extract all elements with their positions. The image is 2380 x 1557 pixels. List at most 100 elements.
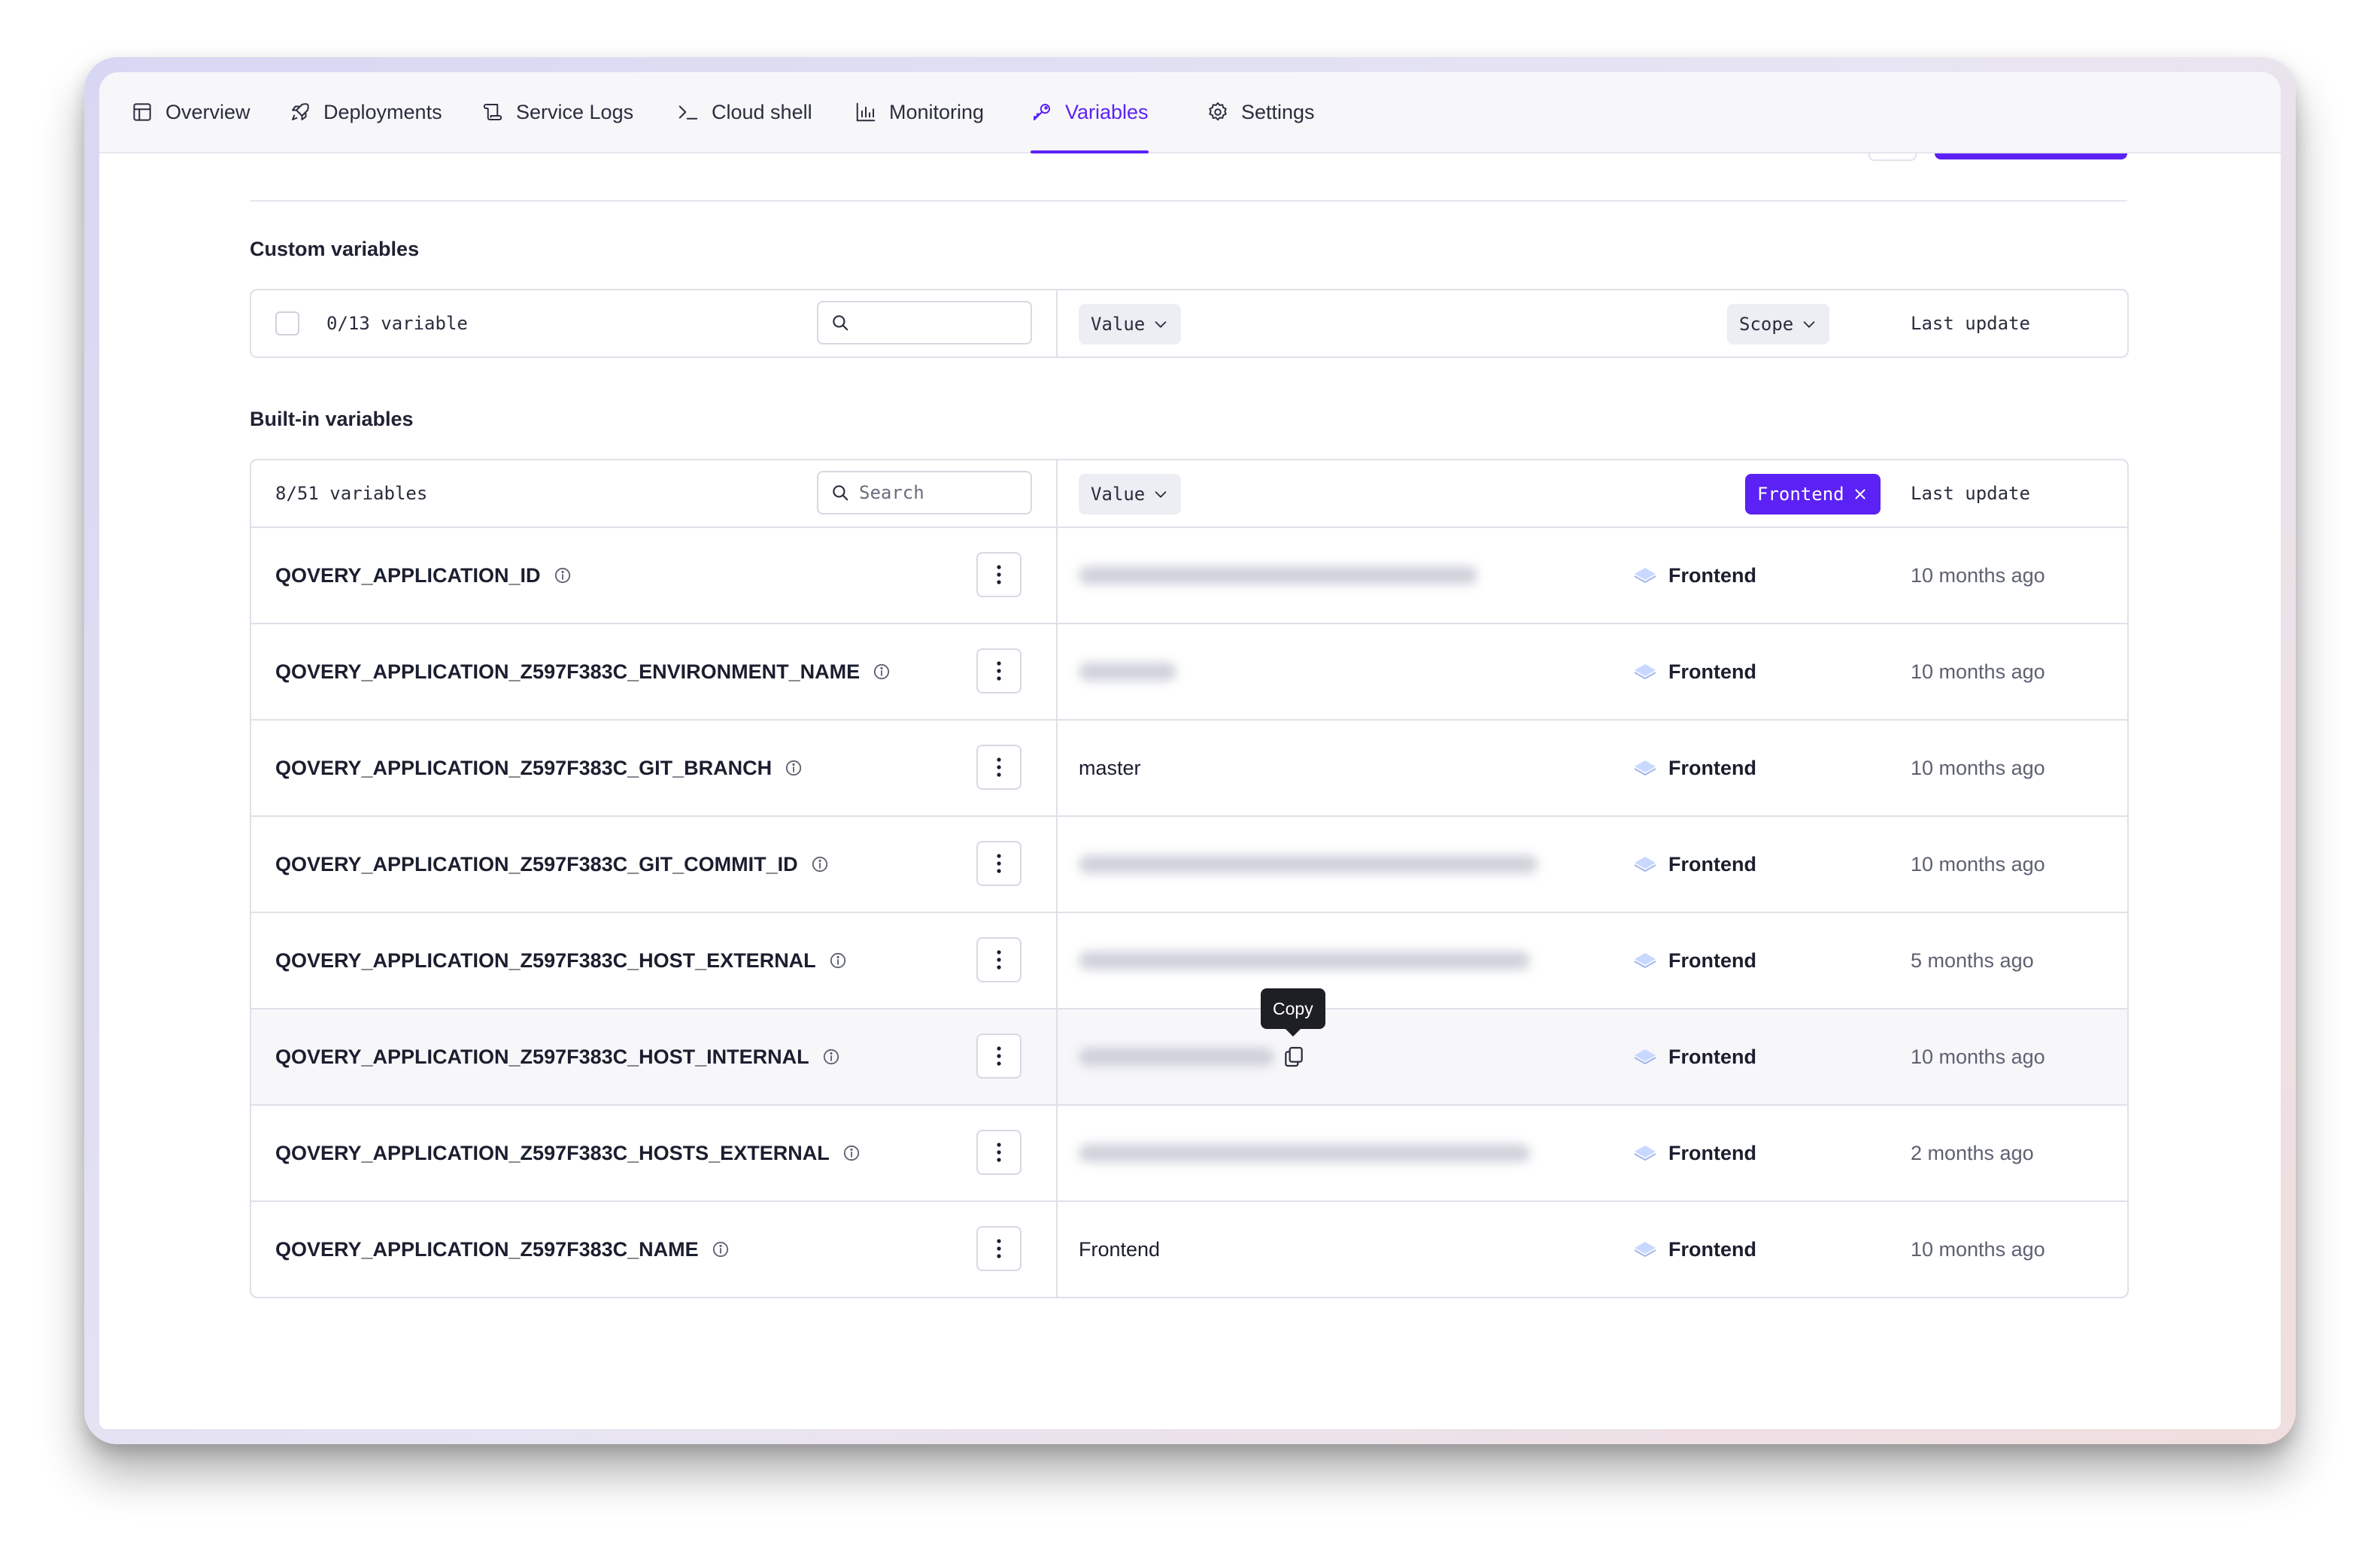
info-icon[interactable] — [821, 1047, 841, 1067]
last-update-cell: 10 months ago — [1911, 563, 2045, 587]
more-vertical-icon — [997, 661, 1001, 681]
variable-name: QOVERY_APPLICATION_Z597F383C_HOST_INTERN… — [275, 1009, 841, 1104]
row-actions-button[interactable] — [976, 745, 1022, 790]
table-header: 0/13 variable Value Scope Last update — [251, 290, 2127, 357]
custom-variables-title: Custom variables — [250, 238, 420, 260]
table-row[interactable]: QOVERY_APPLICATION_Z597F383C_NAME Fronten… — [251, 1200, 2127, 1297]
variable-name-text: QOVERY_APPLICATION_Z597F383C_HOST_INTERN… — [275, 1045, 809, 1068]
tab-label: Settings — [1241, 100, 1315, 123]
column-separator — [1056, 817, 1058, 912]
table-row[interactable]: QOVERY_APPLICATION_Z597F383C_HOST_EXTERN… — [251, 912, 2127, 1008]
variable-name-text: QOVERY_APPLICATION_Z597F383C_HOST_EXTERN… — [275, 948, 816, 972]
select-all-checkbox[interactable] — [275, 311, 299, 335]
last-update-cell: 10 months ago — [1911, 1045, 2045, 1068]
hidden-value[interactable] — [1079, 663, 1176, 681]
value-sort-button[interactable]: Value — [1079, 304, 1182, 344]
copy-icon[interactable] — [1282, 1045, 1306, 1069]
row-actions-button[interactable] — [976, 1226, 1022, 1271]
column-separator — [1056, 290, 1058, 357]
column-separator — [1056, 1202, 1058, 1297]
app-window: Overview Deployments Service Logs Cloud … — [99, 72, 2281, 1429]
builtin-search-input[interactable] — [858, 481, 1011, 504]
logs-icon — [483, 104, 502, 120]
info-icon[interactable] — [810, 854, 830, 874]
scope-cell: Frontend — [1632, 1009, 1756, 1104]
scope-filter-chip[interactable]: Frontend — [1745, 474, 1881, 514]
variable-count: 0/13 variable — [275, 290, 468, 357]
tab-settings[interactable]: Settings — [1207, 72, 1315, 152]
variable-name: QOVERY_APPLICATION_Z597F383C_GIT_BRANCH — [275, 721, 803, 815]
variable-name: QOVERY_APPLICATION_ID — [275, 528, 572, 623]
table-row[interactable]: QOVERY_APPLICATION_Z597F383C_GIT_COMMIT_… — [251, 815, 2127, 912]
table-row[interactable]: QOVERY_APPLICATION_Z597F383C_HOSTS_EXTER… — [251, 1104, 2127, 1200]
variable-name: QOVERY_APPLICATION_Z597F383C_ENVIRONMENT… — [275, 624, 891, 719]
more-vertical-icon — [997, 854, 1001, 873]
tab-label: Variables — [1065, 100, 1149, 123]
tab-service-logs[interactable]: Service Logs — [481, 72, 633, 152]
column-separator — [1056, 460, 1058, 527]
row-actions-button[interactable] — [976, 648, 1022, 694]
row-actions-button[interactable] — [976, 1033, 1022, 1079]
value-cell — [1079, 1106, 1530, 1200]
scope-filter-button[interactable]: Scope — [1727, 304, 1830, 344]
info-icon[interactable] — [553, 566, 572, 585]
variable-name: QOVERY_APPLICATION_Z597F383C_HOST_EXTERN… — [275, 913, 848, 1008]
hidden-value[interactable] — [1079, 1048, 1274, 1066]
column-separator — [1056, 528, 1058, 623]
hidden-value[interactable] — [1079, 952, 1530, 970]
tab-cloud-shell[interactable]: Cloud shell — [677, 72, 812, 152]
info-icon[interactable] — [784, 758, 803, 778]
tab-variables[interactable]: Variables — [1031, 72, 1149, 153]
value-sort-button[interactable]: Value — [1079, 474, 1182, 514]
row-actions-button[interactable] — [976, 1130, 1022, 1175]
variable-rows: QOVERY_APPLICATION_ID Frontend 10 months a… — [251, 527, 2127, 1297]
service-tab-bar: Overview Deployments Service Logs Cloud … — [99, 72, 2281, 153]
builtin-search-field[interactable] — [817, 471, 1032, 514]
row-actions-button[interactable] — [976, 841, 1022, 886]
hidden-value[interactable] — [1079, 855, 1538, 873]
variable-name-text: QOVERY_APPLICATION_Z597F383C_GIT_BRANCH — [275, 756, 773, 779]
table-row[interactable]: QOVERY_APPLICATION_Z597F383C_GIT_BRANCH m… — [251, 719, 2127, 815]
tab-monitoring[interactable]: Monitoring — [855, 72, 984, 152]
scope-cell: Frontend — [1632, 624, 1756, 719]
info-icon[interactable] — [842, 1143, 861, 1163]
more-vertical-icon — [997, 1239, 1001, 1258]
table-row[interactable]: QOVERY_APPLICATION_Z597F383C_HOST_INTERN… — [251, 988, 2127, 1104]
application-icon — [1634, 664, 1656, 680]
section-divider — [250, 200, 2127, 202]
application-icon — [1634, 1146, 1656, 1161]
scope-label: Frontend — [1668, 852, 1756, 876]
custom-search-field[interactable] — [817, 301, 1032, 344]
scope-label: Frontend — [1668, 1237, 1756, 1261]
tab-label: Monitoring — [889, 100, 985, 123]
scope-label: Frontend — [1668, 1045, 1756, 1068]
value-cell — [1079, 624, 1176, 719]
more-vertical-icon — [997, 565, 1001, 584]
last-update-header: Last update — [1911, 313, 2030, 334]
row-actions-button[interactable] — [976, 937, 1022, 982]
table-row[interactable]: QOVERY_APPLICATION_ID Frontend 10 months a… — [251, 527, 2127, 623]
tab-overview[interactable]: Overview — [131, 72, 250, 152]
hidden-value[interactable] — [1079, 1144, 1530, 1162]
variable-value: master — [1079, 756, 1141, 779]
value-sort-label: Value — [1091, 484, 1146, 505]
tab-label: Service Logs — [516, 100, 634, 123]
info-icon[interactable] — [711, 1240, 730, 1259]
column-separator — [1056, 1106, 1058, 1200]
tab-label: Overview — [165, 100, 250, 123]
table-row[interactable]: QOVERY_APPLICATION_Z597F383C_ENVIRONMENT… — [251, 623, 2127, 719]
tab-deployments[interactable]: Deployments — [289, 72, 442, 152]
close-icon[interactable] — [1852, 486, 1868, 502]
value-cell — [1079, 817, 1538, 912]
info-icon[interactable] — [872, 662, 891, 681]
value-sort-label: Value — [1091, 314, 1146, 335]
info-icon[interactable] — [828, 951, 848, 970]
row-actions-button[interactable] — [976, 552, 1022, 597]
hidden-value[interactable] — [1079, 566, 1477, 584]
custom-search-input[interactable] — [858, 311, 1011, 334]
tab-label: Cloud shell — [712, 100, 812, 123]
last-update-cell: 2 months ago — [1911, 1141, 2034, 1164]
scope-label: Frontend — [1668, 756, 1756, 779]
application-icon — [1634, 760, 1656, 776]
last-update-cell: 10 months ago — [1911, 852, 2045, 876]
